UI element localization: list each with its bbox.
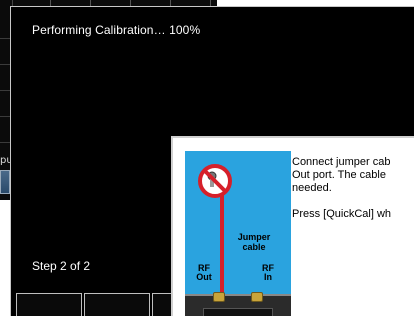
instrument-top-panel	[185, 292, 291, 316]
instruction-panel: Jumper cable RF Out RF In Connect jumper ca…	[171, 136, 414, 316]
background-window-button[interactable]	[0, 170, 10, 194]
softkey-2[interactable]	[84, 293, 150, 316]
step-indicator: Step 2 of 2	[32, 259, 91, 273]
screen: pu Performing Calibration… 100% Step 2 o…	[0, 0, 414, 316]
no-symbol-icon	[198, 164, 232, 198]
calibration-status: Performing Calibration… 100%	[32, 23, 201, 37]
instruction-line-3: needed.	[292, 182, 332, 194]
rf-in-label: RF In	[262, 263, 274, 282]
connection-diagram: Jumper cable RF Out RF In	[185, 151, 291, 316]
instruction-line-1: Connect jumper cab	[292, 156, 391, 168]
jumper-cable-label: Jumper cable	[237, 232, 271, 252]
instruction-text: Connect jumper cab Out port. The cable n…	[292, 156, 414, 221]
rf-out-label: RF Out	[196, 263, 212, 282]
instruction-press-line: Press [QuickCal] wh	[292, 208, 392, 220]
rf-out-connector	[213, 292, 225, 302]
rf-in-connector	[251, 292, 263, 302]
instruction-line-2: Out port. The cable	[292, 169, 386, 181]
softkey-1[interactable]	[16, 293, 82, 316]
instrument-screen	[203, 308, 273, 316]
